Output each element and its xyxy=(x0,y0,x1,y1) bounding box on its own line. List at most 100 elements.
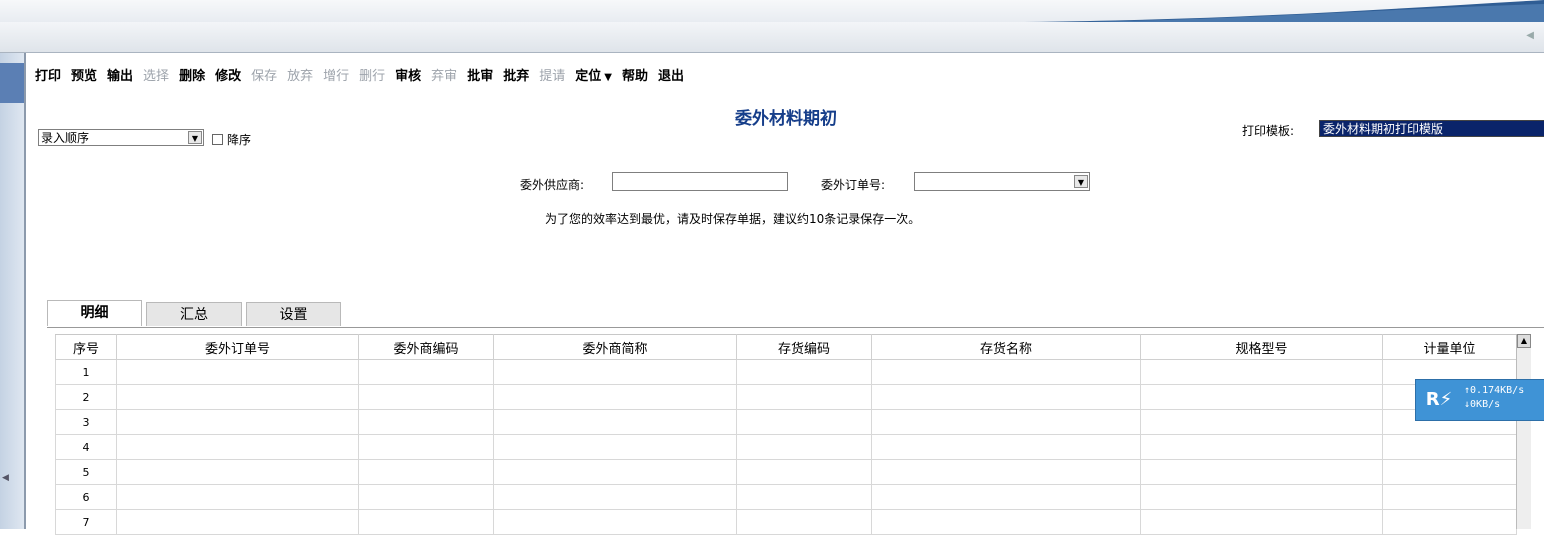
grid-cell[interactable] xyxy=(736,384,872,410)
column-header[interactable]: 规格型号 xyxy=(1140,334,1383,360)
sort-order-select[interactable]: 录入顺序 ▼ xyxy=(38,129,204,146)
grid-cell[interactable] xyxy=(736,459,872,485)
grid-cell[interactable] xyxy=(1140,484,1383,510)
grid-cell[interactable] xyxy=(736,509,872,535)
table-row[interactable]: 2 xyxy=(55,384,1517,410)
descending-checkbox[interactable]: 降序 xyxy=(212,131,251,148)
toolbar-button-5[interactable]: 修改 xyxy=(210,66,246,88)
grid-cell[interactable] xyxy=(493,484,737,510)
column-header[interactable]: 委外订单号 xyxy=(116,334,359,360)
toolbar-button-0[interactable]: 打印 xyxy=(30,66,66,88)
table-row[interactable]: 3 xyxy=(55,409,1517,435)
grid-cell[interactable] xyxy=(1140,434,1383,460)
chevron-down-icon[interactable]: ▼ xyxy=(604,72,612,83)
grid-cell[interactable] xyxy=(1382,484,1517,510)
grid-cell[interactable] xyxy=(871,359,1141,385)
toolbar-button-12[interactable]: 批审 xyxy=(462,66,498,88)
grid-cell[interactable] xyxy=(736,434,872,460)
toolbar-button-17[interactable]: 退出 xyxy=(653,66,689,88)
row-number[interactable]: 2 xyxy=(55,384,117,410)
row-number[interactable]: 3 xyxy=(55,409,117,435)
column-header[interactable]: 存货名称 xyxy=(871,334,1141,360)
grid-cell[interactable] xyxy=(736,484,872,510)
toolbar-button-16[interactable]: 帮助 xyxy=(617,66,653,88)
grid-cell[interactable] xyxy=(493,434,737,460)
grid-scrollbar[interactable]: ▲ xyxy=(1516,334,1531,529)
grid-cell[interactable] xyxy=(1140,459,1383,485)
grid-cell[interactable] xyxy=(358,384,494,410)
row-number[interactable]: 7 xyxy=(55,509,117,535)
toolbar-button-13[interactable]: 批弃 xyxy=(498,66,534,88)
toolbar-button-3[interactable]: 选择 xyxy=(138,66,174,88)
network-speed-widget[interactable]: R⚡ ↑0.174KB/s ↓0KB/s xyxy=(1415,379,1544,421)
column-header[interactable]: 委外商编码 xyxy=(358,334,494,360)
grid-cell[interactable] xyxy=(871,459,1141,485)
row-number[interactable]: 4 xyxy=(55,434,117,460)
toolbar-button-8[interactable]: 增行 xyxy=(318,66,354,88)
toolbar-button-7[interactable]: 放弃 xyxy=(282,66,318,88)
table-row[interactable]: 1 xyxy=(55,359,1517,385)
nav-selected-marker[interactable] xyxy=(0,63,24,103)
grid-cell[interactable] xyxy=(358,359,494,385)
chevron-down-icon[interactable]: ▼ xyxy=(188,131,202,144)
checkbox-box[interactable] xyxy=(212,134,223,145)
grid-cell[interactable] xyxy=(1140,509,1383,535)
grid-cell[interactable] xyxy=(116,484,359,510)
grid-cell[interactable] xyxy=(493,409,737,435)
grid-cell[interactable] xyxy=(871,484,1141,510)
grid-cell[interactable] xyxy=(493,509,737,535)
toolbar-button-14[interactable]: 提请 xyxy=(534,66,570,88)
grid-cell[interactable] xyxy=(871,509,1141,535)
grid-cell[interactable] xyxy=(1382,434,1517,460)
toolbar-button-10[interactable]: 审核 xyxy=(390,66,426,88)
tab-summary[interactable]: 汇总 xyxy=(146,302,242,326)
toolbar-button-4[interactable]: 删除 xyxy=(174,66,210,88)
toolbar-button-11[interactable]: 弃审 xyxy=(426,66,462,88)
column-header[interactable]: 序号 xyxy=(55,334,117,360)
table-row[interactable]: 5 xyxy=(55,459,1517,485)
grid-cell[interactable] xyxy=(116,434,359,460)
tab-settings[interactable]: 设置 xyxy=(246,302,341,326)
column-header[interactable]: 委外商简称 xyxy=(493,334,737,360)
grid-cell[interactable] xyxy=(358,459,494,485)
toolbar-button-1[interactable]: 预览 xyxy=(66,66,102,88)
toolbar-button-6[interactable]: 保存 xyxy=(246,66,282,88)
grid-cell[interactable] xyxy=(116,459,359,485)
grid-cell[interactable] xyxy=(1140,409,1383,435)
grid-cell[interactable] xyxy=(358,484,494,510)
grid-cell[interactable] xyxy=(736,359,872,385)
table-row[interactable]: 7 xyxy=(55,509,1517,535)
row-number[interactable]: 1 xyxy=(55,359,117,385)
grid-cell[interactable] xyxy=(871,409,1141,435)
grid-cell[interactable] xyxy=(871,434,1141,460)
grid-cell[interactable] xyxy=(358,434,494,460)
toolbar-button-9[interactable]: 删行 xyxy=(354,66,390,88)
grid-cell[interactable] xyxy=(358,509,494,535)
chevron-down-icon[interactable]: ▼ xyxy=(1074,175,1088,188)
toolbar-button-2[interactable]: 输出 xyxy=(102,66,138,88)
tab-detail[interactable]: 明细 xyxy=(47,300,142,326)
grid-cell[interactable] xyxy=(493,459,737,485)
collapse-arrow-icon[interactable]: ◀ xyxy=(2,473,9,483)
scroll-left-icon[interactable]: ◀ xyxy=(1526,30,1534,41)
row-number[interactable]: 6 xyxy=(55,484,117,510)
grid-cell[interactable] xyxy=(116,409,359,435)
scroll-up-icon[interactable]: ▲ xyxy=(1517,334,1531,348)
grid-cell[interactable] xyxy=(1140,384,1383,410)
column-header[interactable]: 计量单位 xyxy=(1382,334,1517,360)
order-number-select[interactable]: ▼ xyxy=(914,172,1090,191)
row-number[interactable]: 5 xyxy=(55,459,117,485)
print-template-select[interactable]: 委外材料期初打印模版 xyxy=(1319,120,1544,137)
grid-cell[interactable] xyxy=(1382,509,1517,535)
grid-cell[interactable] xyxy=(871,384,1141,410)
grid-cell[interactable] xyxy=(493,359,737,385)
supplier-input[interactable] xyxy=(612,172,788,191)
column-header[interactable]: 存货编码 xyxy=(736,334,872,360)
toolbar-button-15[interactable]: 定位 ▼ xyxy=(570,66,617,88)
grid-cell[interactable] xyxy=(116,384,359,410)
table-row[interactable]: 6 xyxy=(55,484,1517,510)
grid-cell[interactable] xyxy=(1382,459,1517,485)
grid-cell[interactable] xyxy=(1140,359,1383,385)
grid-cell[interactable] xyxy=(358,409,494,435)
grid-cell[interactable] xyxy=(493,384,737,410)
